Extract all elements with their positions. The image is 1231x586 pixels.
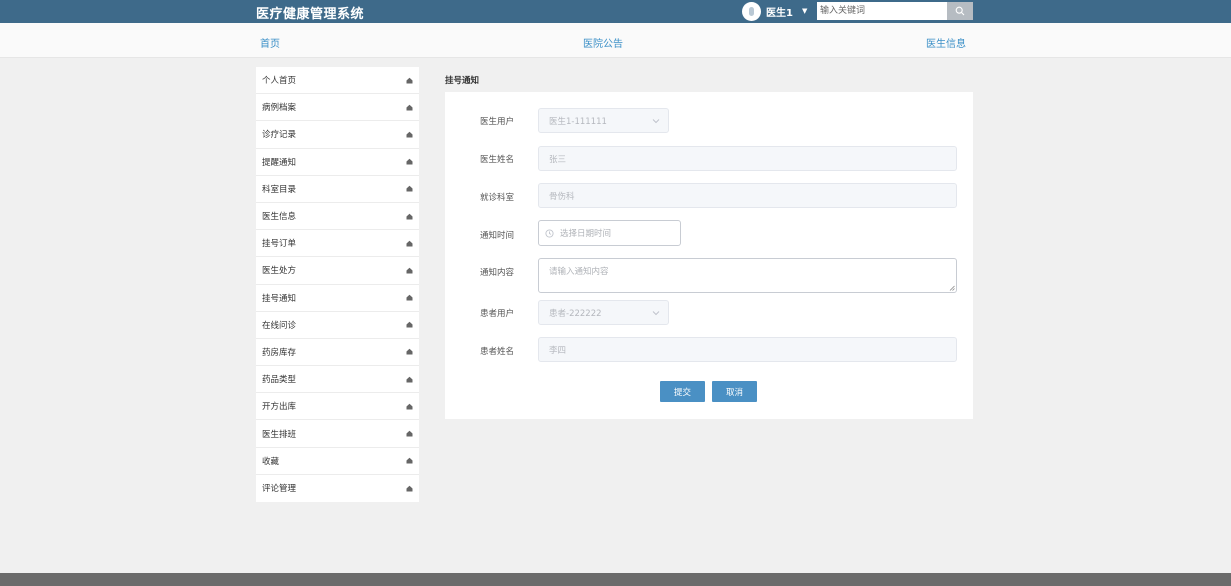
caret-down-icon[interactable]: ▼	[802, 7, 807, 15]
home-icon	[405, 457, 413, 465]
department-field[interactable]: 骨伤科	[538, 183, 957, 208]
avatar[interactable]	[742, 1, 761, 21]
clock-icon	[545, 228, 554, 238]
home-icon	[405, 103, 413, 111]
sidebar-item-departments[interactable]: 科室目录	[256, 176, 419, 203]
sidebar-item-label: 医生排班	[262, 429, 297, 440]
patient-user-label: 患者用户	[479, 309, 514, 319]
sidebar-item-drug-types[interactable]: 药品类型	[256, 366, 419, 394]
footer-bar	[0, 573, 1231, 586]
home-icon	[405, 158, 413, 166]
sidebar-item-label: 病例档案	[262, 103, 297, 114]
search-icon	[955, 6, 965, 16]
sidebar-item-comments[interactable]: 评论管理	[256, 475, 419, 502]
sidebar-item-label: 挂号订单	[262, 239, 297, 250]
sidebar-item-case-records[interactable]: 病例档案	[256, 94, 419, 122]
patient-name-label: 患者姓名	[479, 347, 514, 357]
patient-name-value: 李四	[549, 345, 567, 356]
sidebar-item-doctor-schedule[interactable]: 医生排班	[256, 420, 419, 448]
sidebar-item-label: 诊疗记录	[262, 130, 297, 141]
doctor-name-field[interactable]: 张三	[538, 146, 957, 171]
patient-name-field[interactable]: 李四	[538, 337, 957, 362]
sidebar-item-label: 在线问诊	[262, 320, 297, 331]
search-button[interactable]	[947, 2, 973, 20]
sidebar-item-label: 挂号通知	[262, 293, 297, 304]
sidebar-item-label: 提醒通知	[262, 157, 297, 168]
doctor-name-label: 医生姓名	[479, 155, 514, 165]
search-input[interactable]	[817, 2, 947, 20]
home-icon	[405, 321, 413, 329]
doctor-name-value: 张三	[549, 154, 567, 165]
form-panel: 医生用户 医生1-111111 医生姓名 张三 就诊科室 骨伤科 通知时间 选择…	[445, 92, 973, 419]
home-icon	[405, 130, 413, 138]
chevron-down-icon	[652, 310, 660, 315]
notify-content-textarea[interactable]: 请输入通知内容	[538, 258, 957, 293]
sidebar-item-label: 药房库存	[262, 347, 297, 358]
sidebar-item-treatment-records[interactable]: 诊疗记录	[256, 121, 419, 149]
sidebar-item-reminders[interactable]: 提醒通知	[256, 149, 419, 176]
sidebar-item-label: 评论管理	[262, 484, 297, 495]
doctor-user-select[interactable]: 医生1-111111	[538, 108, 669, 133]
sidebar-item-label: 药品类型	[262, 375, 297, 386]
home-icon	[405, 375, 413, 383]
nav-home[interactable]: 首页	[260, 35, 280, 50]
home-icon	[405, 348, 413, 356]
home-icon	[405, 239, 413, 247]
home-icon	[405, 266, 413, 274]
nav-announcement[interactable]: 医院公告	[583, 35, 623, 50]
sidebar-item-label: 个人首页	[262, 76, 297, 87]
home-icon	[405, 294, 413, 302]
sidebar-item-label: 科室目录	[262, 184, 297, 195]
doctor-user-label: 医生用户	[479, 117, 514, 127]
user-menu[interactable]: 医生1 ▼	[742, 1, 807, 21]
notify-content-label: 通知内容	[479, 268, 514, 278]
page-title: 挂号通知	[445, 76, 480, 86]
sidebar-item-personal-home[interactable]: 个人首页	[256, 67, 419, 95]
sidebar-item-prescriptions[interactable]: 医生处方	[256, 257, 419, 285]
sidebar-item-registration-notices[interactable]: 挂号通知	[256, 285, 419, 312]
app-title: 医疗健康管理系统	[256, 7, 365, 22]
home-icon	[405, 76, 413, 84]
sidebar-item-pharmacy-stock[interactable]: 药房库存	[256, 339, 419, 367]
submit-button[interactable]: 提交	[660, 381, 705, 402]
sidebar-item-registration-orders[interactable]: 挂号订单	[256, 230, 419, 258]
resize-handle-icon[interactable]	[949, 285, 955, 291]
department-label: 就诊科室	[479, 193, 514, 203]
top-bar: 医疗健康管理系统 医生1 ▼	[0, 0, 1231, 23]
sidebar-item-label: 开方出库	[262, 402, 297, 413]
chevron-down-icon	[652, 118, 660, 123]
main-nav: 首页 医院公告 医生信息	[0, 23, 1231, 58]
nav-doctor-info[interactable]: 医生信息	[926, 35, 966, 50]
home-icon	[405, 430, 413, 438]
sidebar-item-dispensing[interactable]: 开方出库	[256, 393, 419, 421]
home-icon	[405, 185, 413, 193]
department-value: 骨伤科	[549, 191, 575, 202]
patient-user-select[interactable]: 患者-222222	[538, 300, 669, 325]
sidebar-item-label: 医生信息	[262, 212, 297, 223]
notify-time-label: 通知时间	[479, 231, 514, 241]
notify-time-picker[interactable]: 选择日期时间	[538, 220, 681, 246]
home-icon	[405, 402, 413, 410]
patient-user-value: 患者-222222	[549, 308, 602, 319]
home-icon	[405, 484, 413, 492]
home-icon	[405, 212, 413, 220]
user-name[interactable]: 医生1	[766, 4, 793, 19]
sidebar-item-label: 收藏	[262, 456, 280, 467]
sidebar-menu: 个人首页 病例档案 诊疗记录 提醒通知 科室目录 医生信息 挂号订单 医生处方 …	[256, 67, 419, 502]
cancel-button[interactable]: 取消	[712, 381, 757, 402]
notify-time-placeholder: 选择日期时间	[560, 229, 612, 239]
doctor-user-value: 医生1-111111	[549, 116, 607, 127]
notify-content-placeholder: 请输入通知内容	[549, 267, 609, 277]
sidebar-item-favorites[interactable]: 收藏	[256, 448, 419, 475]
sidebar-item-doctor-info[interactable]: 医生信息	[256, 203, 419, 231]
sidebar-item-label: 医生处方	[262, 266, 297, 277]
sidebar-item-online-consultation[interactable]: 在线问诊	[256, 312, 419, 339]
